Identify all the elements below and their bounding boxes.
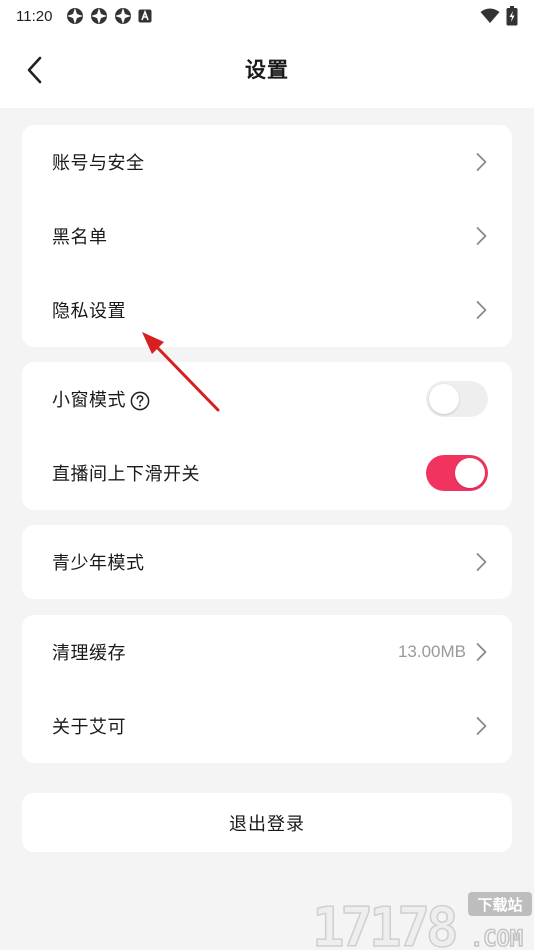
nav-bar: 设置 <box>0 32 534 108</box>
help-circle-icon[interactable] <box>130 391 150 411</box>
watermark-logo: 17178 下载站 .COM <box>311 892 532 950</box>
app-notification-icon <box>67 8 84 24</box>
battery-icon <box>506 6 518 26</box>
live-swipe-toggle[interactable] <box>426 455 488 491</box>
row-label: 账号与安全 <box>52 153 145 174</box>
row-label: 黑名单 <box>52 227 108 248</box>
toggle-settings-card: 小窗模式 直播间上下滑开关 <box>22 362 512 510</box>
toggle-knob <box>455 458 485 488</box>
app-notification-icon <box>91 8 108 24</box>
system-icons <box>480 6 518 26</box>
watermark-number: 17178 <box>312 896 456 950</box>
account-settings-card: 账号与安全 黑名单 隐私设置 <box>22 125 512 347</box>
chevron-right-icon <box>476 153 486 171</box>
row-label: 隐私设置 <box>52 301 126 322</box>
row-label: 关于艾可 <box>52 717 126 738</box>
chevron-right-icon <box>476 301 486 319</box>
chevron-right-icon <box>476 643 486 661</box>
row-label: 小窗模式 <box>52 390 126 411</box>
watermark-domain: .COM <box>470 927 523 950</box>
status-bar: 11:20 <box>0 0 534 32</box>
watermark-tag: 下载站 <box>477 896 522 914</box>
notification-icons <box>66 7 152 25</box>
status-time: 11:20 <box>16 7 53 25</box>
text-notification-icon <box>138 9 152 23</box>
row-live-swipe: 直播间上下滑开关 <box>22 436 512 510</box>
logout-button[interactable]: 退出登录 <box>22 793 512 852</box>
row-label: 青少年模式 <box>52 553 145 574</box>
row-privacy-settings[interactable]: 隐私设置 <box>22 273 512 347</box>
row-label: 直播间上下滑开关 <box>52 464 200 485</box>
row-blacklist[interactable]: 黑名单 <box>22 199 512 273</box>
misc-settings-card: 清理缓存 13.00MB 关于艾可 <box>22 615 512 763</box>
row-youth-mode[interactable]: 青少年模式 <box>22 525 512 599</box>
row-label: 清理缓存 <box>52 643 126 664</box>
mini-window-toggle[interactable] <box>426 381 488 417</box>
app-notification-icon <box>115 8 132 24</box>
row-account-security[interactable]: 账号与安全 <box>22 125 512 199</box>
wifi-icon <box>480 8 500 23</box>
row-mini-window: 小窗模式 <box>22 362 512 436</box>
chevron-right-icon <box>476 227 486 245</box>
page-title: 设置 <box>245 58 289 82</box>
youth-mode-card: 青少年模式 <box>22 525 512 599</box>
row-about[interactable]: 关于艾可 <box>22 689 512 763</box>
cache-size: 13.00MB <box>397 642 466 661</box>
toggle-knob <box>429 384 459 414</box>
chevron-right-icon <box>476 717 486 735</box>
row-clear-cache[interactable]: 清理缓存 13.00MB <box>22 615 512 689</box>
chevron-right-icon <box>476 553 486 571</box>
